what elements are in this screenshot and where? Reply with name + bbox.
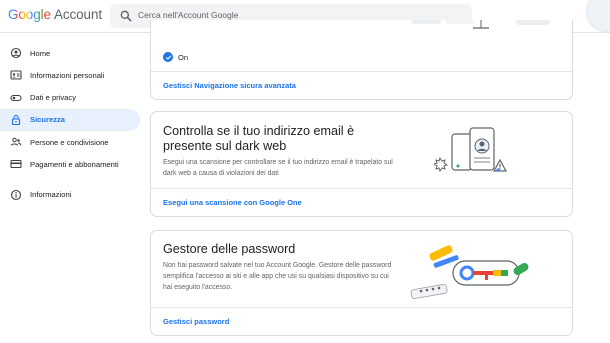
sidebar-item-security[interactable]: Sicurezza (0, 108, 140, 131)
lock-icon (10, 114, 22, 126)
card-footer: Gestisci Navigazione sicura avanzata (151, 71, 572, 99)
card-title: Gestore delle password (163, 242, 296, 256)
safe-browsing-illustration (411, 20, 550, 29)
manage-safe-browsing-link[interactable]: Gestisci Navigazione sicura avanzata (163, 81, 296, 90)
card-footer: Esegui una scansione con Google One (151, 188, 572, 216)
google-account-logo[interactable]: Google Account (8, 7, 102, 22)
sidebar-item-label: Home (30, 48, 51, 58)
id-card-icon (10, 69, 22, 81)
toggle-icon (10, 92, 22, 104)
check-circle-icon (163, 52, 173, 62)
status-text: On (178, 52, 189, 62)
card-footer: Gestisci password (151, 307, 572, 335)
people-icon (10, 136, 22, 148)
manage-passwords-link[interactable]: Gestisci password (163, 317, 229, 326)
sidebar-item-label: Pagamenti e abbonamenti (30, 159, 119, 169)
safe-browsing-status: On (163, 52, 188, 62)
sidebar-item-home[interactable]: Home (0, 42, 140, 64)
search-input[interactable]: Cerca nell'Account Google (138, 10, 238, 20)
sidebar-divider (0, 175, 140, 183)
sidebar-item-about[interactable]: Informazioni (0, 183, 140, 205)
avatar[interactable] (586, 0, 610, 32)
sidebar-item-data-privacy[interactable]: Dati e privacy (0, 87, 140, 109)
safe-browsing-card: On Gestisci Navigazione sicura avanzata (150, 20, 573, 100)
sidebar-item-people-sharing[interactable]: Persone e condivisione (0, 131, 140, 153)
dark-web-scan-illustration (434, 127, 508, 173)
logo-google-text: Google (8, 7, 51, 22)
search-icon (119, 9, 133, 23)
sidebar-nav: Home Informazioni personali Dati e priva… (0, 42, 140, 206)
sidebar-item-personal-info[interactable]: Informazioni personali (0, 64, 140, 86)
dark-web-card: Controlla se il tuo indirizzo email è pr… (150, 111, 573, 217)
scan-with-google-one-link[interactable]: Esegui una scansione con Google One (163, 198, 302, 207)
sidebar-item-label: Informazioni personali (30, 70, 105, 80)
home-icon (10, 47, 22, 59)
card-description: Esegui una scansione per controllare se … (163, 159, 393, 177)
password-manager-card: Gestore delle password Non hai password … (150, 230, 573, 336)
credit-card-icon (10, 158, 22, 170)
sidebar-item-label: Dati e privacy (30, 93, 77, 103)
sidebar-item-label: Informazioni (30, 190, 72, 200)
password-key-illustration (410, 245, 529, 299)
sidebar-item-payments[interactable]: Pagamenti e abbonamenti (0, 153, 140, 175)
logo-account-text: Account (53, 7, 103, 22)
card-description: Non hai password salvate nel tuo Account… (163, 262, 392, 291)
info-icon (10, 189, 22, 201)
card-title: Controlla se il tuo indirizzo email è pr… (163, 124, 355, 153)
sidebar-item-label: Persone e condivisione (30, 137, 109, 147)
sidebar-item-label: Sicurezza (30, 115, 66, 125)
